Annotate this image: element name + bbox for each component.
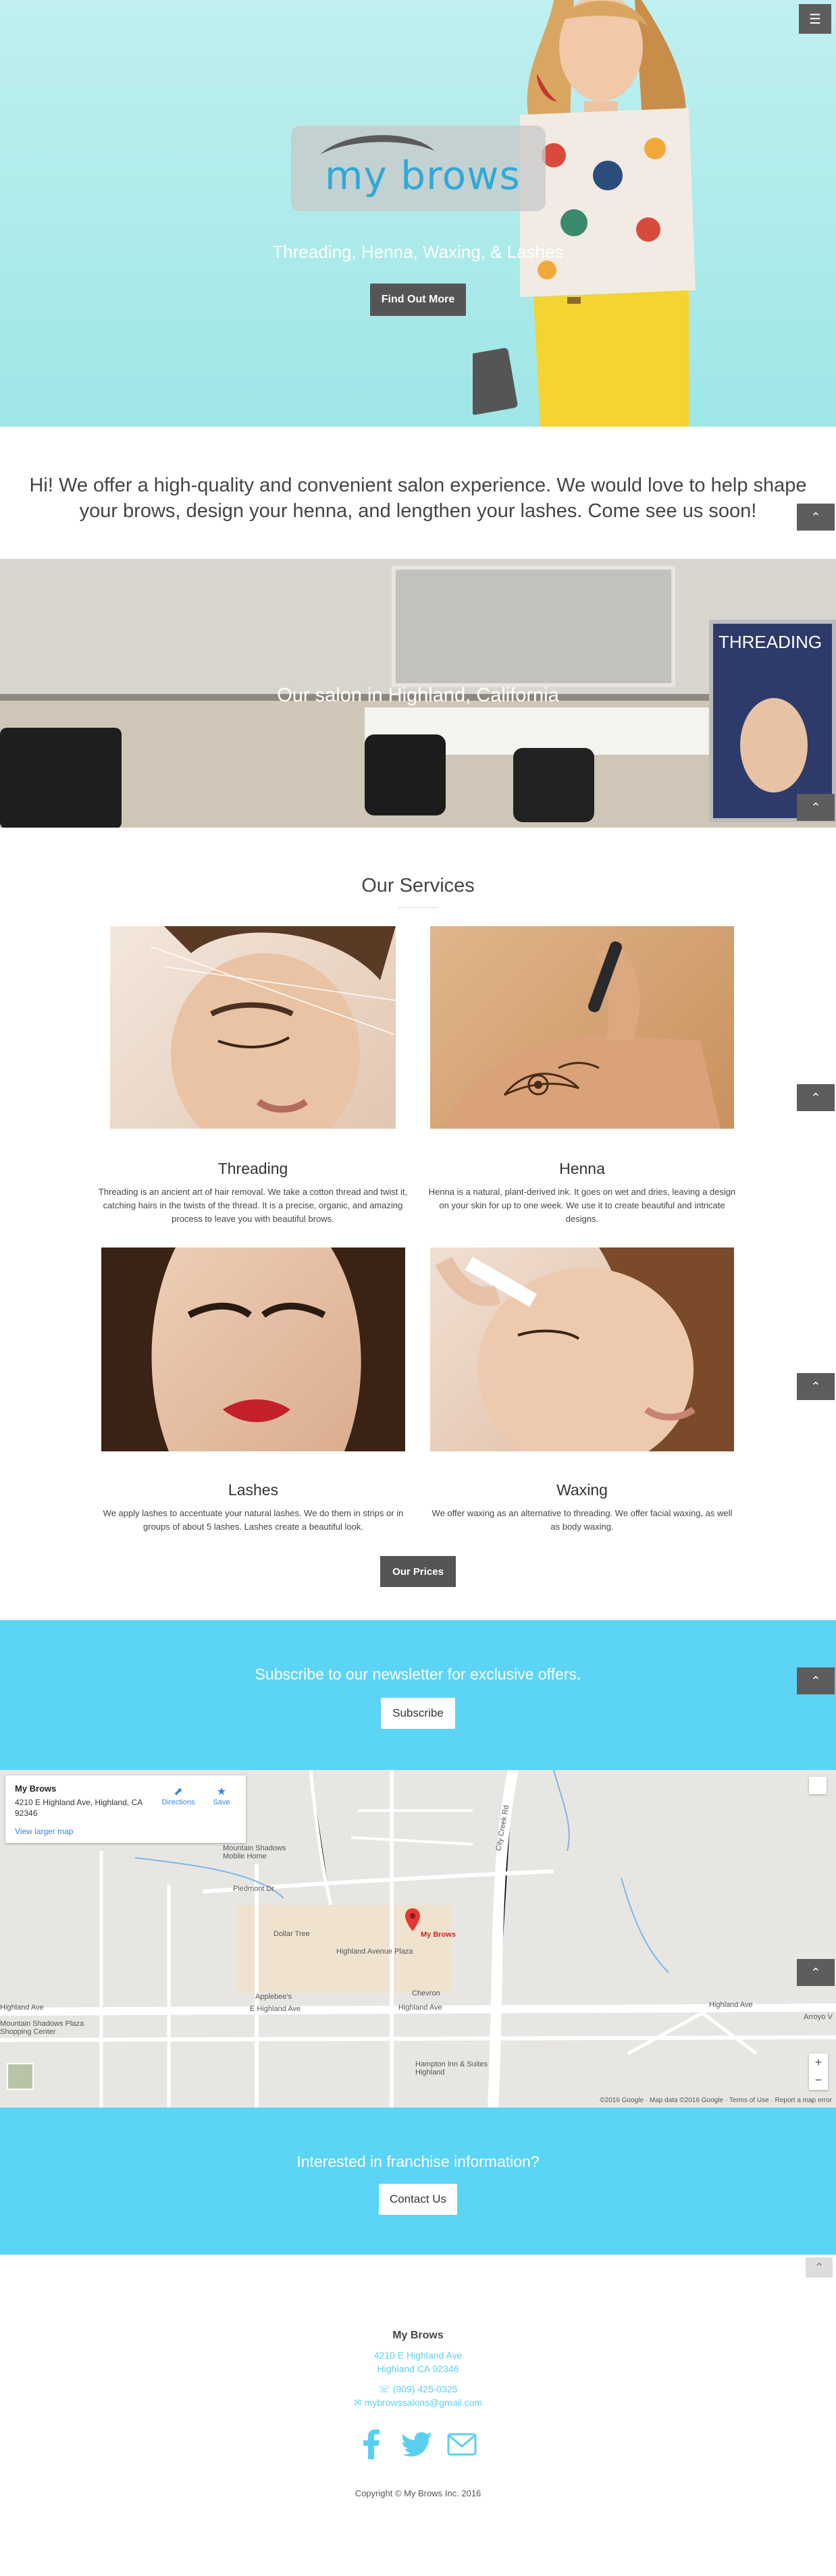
email-link[interactable]	[444, 2427, 479, 2461]
salon-chair	[513, 748, 594, 822]
chevron-up-icon: ⌃	[810, 800, 821, 814]
chevron-up-icon: ⌃	[810, 1379, 821, 1393]
scroll-up-button[interactable]: ⌃	[797, 1959, 835, 1986]
newsletter-title: Subscribe to our newsletter for exclusiv…	[255, 1665, 581, 1683]
service-name: Threading	[217, 1160, 288, 1177]
map-label: Dollar Tree	[273, 1930, 310, 1938]
fullscreen-icon[interactable]	[809, 1777, 827, 1794]
services-title: Our Services	[361, 875, 475, 896]
henna-image	[430, 926, 734, 1129]
scroll-up-button[interactable]: ⌃	[797, 1084, 835, 1111]
envelope-icon	[447, 2433, 477, 2456]
satellite-toggle[interactable]	[7, 2063, 34, 2090]
salon-mirror	[392, 566, 675, 687]
henna-hand-illustration	[444, 941, 721, 1129]
map-pin-label: My Brows	[421, 1931, 456, 1939]
footer-phone[interactable]: ☏ (909) 425-0325	[0, 2384, 836, 2395]
chevron-up-icon: ⌃	[810, 1673, 821, 1688]
footer-business-name: My Brows	[392, 2330, 444, 2341]
zoom-in-icon[interactable]: +	[815, 2056, 822, 2069]
service-name: Lashes	[228, 1481, 279, 1499]
threading-poster: THREADING	[709, 620, 836, 822]
lashes-image	[101, 1247, 405, 1451]
hero-tagline: Threading, Henna, Waxing, & Lashes	[272, 242, 564, 262]
view-larger-map-link[interactable]: View larger map	[15, 1827, 73, 1836]
facebook-icon	[363, 2430, 380, 2459]
salon-caption: Our salon in Highland, California	[277, 685, 559, 706]
salon-chair	[365, 734, 446, 815]
subscribe-button[interactable]: Subscribe	[381, 1698, 455, 1729]
poster-text: THREADING	[719, 632, 822, 652]
map-label: Applebee's	[255, 1993, 292, 2001]
newsletter-section	[0, 1620, 836, 1770]
hero-model-image	[473, 0, 696, 427]
map-attribution: ©2016 Google · Map data ©2016 Google · T…	[600, 2097, 832, 2104]
salon-sofa	[0, 728, 122, 828]
map-label: Mountain Shadows Mobile Home	[223, 1844, 286, 1860]
service-description: We offer waxing as an alternative to thr…	[432, 1508, 733, 1532]
contact-us-button[interactable]: Contact Us	[379, 2184, 457, 2215]
map-label: Hampton Inn & Suites Highland	[415, 2060, 488, 2076]
lashes-face-illustration	[101, 1247, 405, 1451]
scroll-up-button[interactable]: ⌃	[797, 1667, 835, 1694]
twitter-icon	[402, 2432, 432, 2457]
map-label: E Highland Ave	[250, 2005, 301, 2013]
map-label: Highland Ave	[709, 2001, 753, 2009]
map-label: Highland Avenue Plaza	[336, 1948, 413, 1956]
divider	[398, 907, 438, 908]
waxing-image	[430, 1247, 734, 1451]
zoom-out-icon[interactable]: −	[815, 2073, 822, 2087]
hero-section: ☰	[0, 0, 836, 427]
directions-icon: ⬈	[174, 1786, 183, 1798]
poster-face	[740, 698, 808, 793]
map-label: Arroyo V	[804, 2013, 833, 2021]
chevron-up-icon: ⌃	[810, 1965, 821, 1979]
franchise-title: Interested in franchise information?	[296, 2153, 540, 2170]
map-label: Highland Ave	[0, 2004, 44, 2012]
footer-email[interactable]: ✉ mybrowssalons@gmail.com	[0, 2397, 836, 2409]
map-label: Mountain Shadows Plaza Shopping Center	[0, 2020, 84, 2036]
franchise-section	[0, 2108, 836, 2255]
chevron-up-icon: ⌃	[814, 2260, 825, 2274]
facebook-link[interactable]	[354, 2427, 389, 2461]
map-label: Piedmont Dr	[233, 1885, 275, 1893]
our-prices-button[interactable]: Our Prices	[380, 1556, 456, 1587]
map-card-title: My Brows	[15, 1783, 57, 1794]
map-label: Chevron	[412, 1989, 440, 1997]
save-button[interactable]: ★ Save	[208, 1785, 235, 1806]
footer-address-line2[interactable]: Highland CA 92346	[0, 2363, 836, 2374]
save-label: Save	[213, 1798, 230, 1806]
threading-face-illustration	[150, 926, 396, 1129]
map-card-address: 4210 E Highland Ave, Highland, CA 92346	[15, 1798, 142, 1818]
footer-address-line1[interactable]: 4210 E Highland Ave	[0, 2350, 836, 2361]
twitter-link[interactable]	[400, 2427, 435, 2461]
chevron-up-icon: ⌃	[810, 1090, 821, 1104]
scroll-up-button[interactable]: ⌃	[797, 504, 835, 531]
copyright: Copyright © My Brows Inc. 2016	[355, 2488, 481, 2498]
scroll-up-button[interactable]: ⌃	[806, 2257, 833, 2278]
scroll-up-button[interactable]: ⌃	[797, 1373, 835, 1400]
map-pin-icon[interactable]	[405, 1908, 420, 1931]
service-name: Waxing	[556, 1481, 608, 1499]
waxing-face-illustration	[435, 1247, 734, 1451]
intro-text: Hi! We offer a high-quality and convenie…	[29, 475, 807, 522]
scroll-up-button[interactable]: ⌃	[797, 794, 835, 821]
star-icon: ★	[216, 1786, 227, 1798]
directions-label: Directions	[161, 1798, 195, 1806]
map-label: Highland Ave	[398, 2004, 442, 2012]
map-info-card: My Brows 4210 E Highland Ave, Highland, …	[5, 1775, 246, 1843]
threading-image	[110, 926, 396, 1129]
chevron-up-icon: ⌃	[810, 510, 821, 524]
zoom-controls[interactable]: + −	[809, 2054, 828, 2090]
service-description: Threading is an ancient art of hair remo…	[98, 1187, 408, 1224]
service-description: Henna is a natural, plant-derived ink. I…	[428, 1187, 736, 1224]
find-out-more-button[interactable]: Find Out More	[370, 284, 466, 316]
service-name: Henna	[559, 1160, 605, 1177]
directions-button[interactable]: ⬈ Directions	[158, 1785, 199, 1806]
service-description: We apply lashes to accentuate your natur…	[103, 1508, 404, 1532]
menu-button[interactable]: ☰	[799, 4, 831, 34]
logo-text: my brows	[325, 153, 521, 198]
hamburger-icon: ☰	[809, 11, 821, 27]
logo: my brows	[291, 126, 546, 211]
